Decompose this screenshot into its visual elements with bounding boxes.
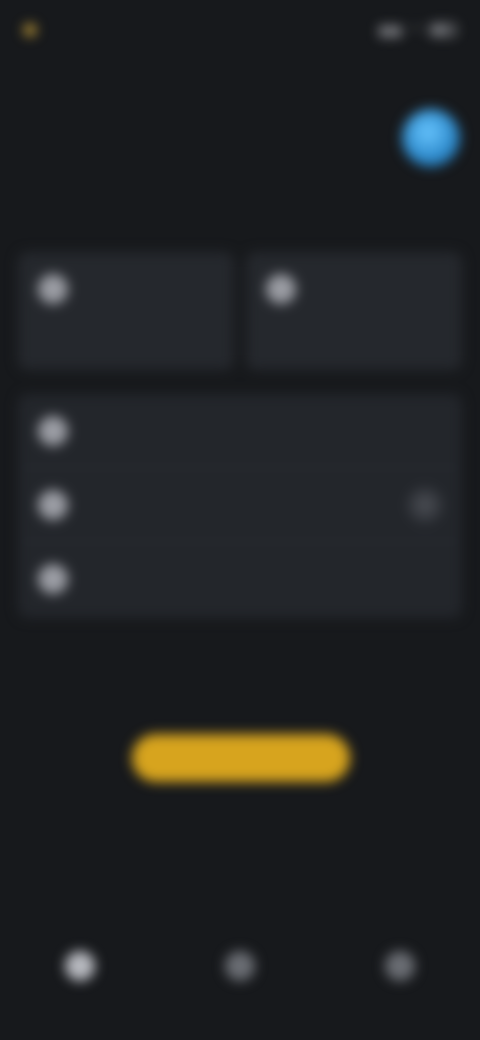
blurred-content: ▮▮▮ ◠ › bbox=[0, 0, 480, 1040]
item-icon bbox=[38, 489, 68, 520]
device-icon bbox=[38, 274, 68, 304]
nav-item-home[interactable] bbox=[35, 951, 125, 989]
tile-1[interactable] bbox=[18, 252, 234, 370]
status-left bbox=[24, 24, 44, 36]
bottom-nav bbox=[0, 930, 480, 1010]
battery-icon bbox=[430, 24, 456, 36]
item-icon bbox=[38, 415, 68, 446]
item-icon bbox=[38, 564, 68, 594]
wifi-icon: ◠ bbox=[409, 21, 422, 38]
tile-row bbox=[18, 252, 462, 370]
status-bar: ▮▮▮ ◠ bbox=[24, 14, 456, 46]
primary-action-button[interactable] bbox=[132, 734, 350, 782]
discover-icon bbox=[225, 951, 255, 981]
list-item[interactable] bbox=[18, 542, 462, 616]
signal-icon: ▮▮▮ bbox=[378, 21, 402, 38]
home-icon bbox=[65, 951, 95, 981]
list-item[interactable]: › bbox=[18, 468, 462, 542]
list-item[interactable] bbox=[18, 394, 462, 468]
profile-icon bbox=[385, 951, 415, 981]
chevron-right-icon[interactable]: › bbox=[408, 487, 442, 522]
status-right: ▮▮▮ ◠ bbox=[379, 22, 456, 39]
notification-dot-icon bbox=[24, 24, 36, 36]
list-card: › bbox=[18, 394, 462, 618]
app-screen: ▮▮▮ ◠ › bbox=[0, 0, 480, 1040]
nav-item-discover[interactable] bbox=[195, 951, 285, 989]
header bbox=[20, 106, 460, 170]
tile-2[interactable] bbox=[246, 252, 462, 370]
device-icon bbox=[266, 274, 296, 304]
avatar[interactable] bbox=[402, 109, 460, 167]
nav-item-profile[interactable] bbox=[355, 951, 445, 989]
